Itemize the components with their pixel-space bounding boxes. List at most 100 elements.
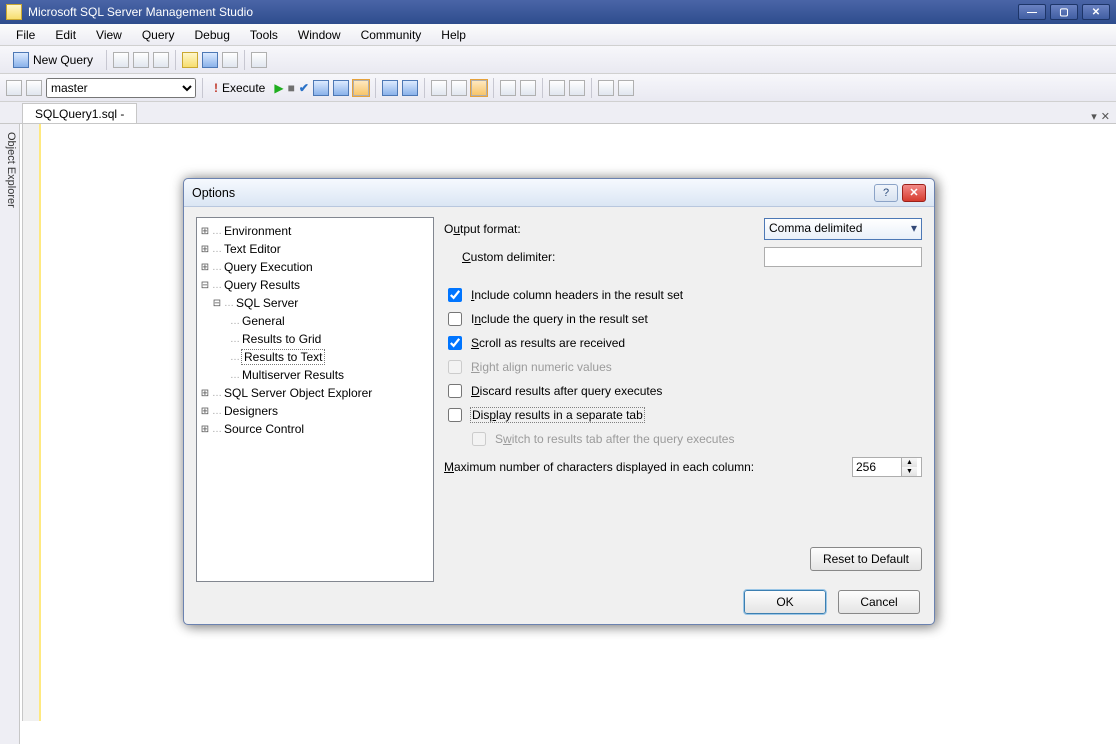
new-query-icon [13, 52, 29, 68]
help-button[interactable]: ? [874, 184, 898, 202]
menu-file[interactable]: File [8, 26, 43, 44]
tree-environment[interactable]: ⊞…Environment [199, 222, 431, 240]
include-headers-checkbox[interactable]: Include column headers in the result set [444, 283, 922, 307]
tree-results-grid[interactable]: …Results to Grid [199, 330, 431, 348]
right-align-checkbox: Right align numeric values [444, 355, 922, 379]
client-stats-icon[interactable] [402, 80, 418, 96]
menu-community[interactable]: Community [353, 26, 430, 44]
execute-button[interactable]: ! Execute [209, 77, 270, 99]
ok-button[interactable]: OK [744, 590, 826, 614]
close-window-button[interactable]: ✕ [1082, 4, 1110, 20]
menu-window[interactable]: Window [290, 26, 349, 44]
tree-query-results[interactable]: ⊟…Query Results [199, 276, 431, 294]
document-tab-strip: SQLQuery1.sql - ▾ ✕ [0, 102, 1116, 124]
maximize-button[interactable]: ▢ [1050, 4, 1078, 20]
separator [202, 78, 203, 98]
separator [493, 78, 494, 98]
activity-monitor-icon[interactable] [251, 52, 267, 68]
include-query-checkbox[interactable]: Include the query in the result set [444, 307, 922, 331]
tree-query-execution[interactable]: ⊞…Query Execution [199, 258, 431, 276]
query-options-icon[interactable] [333, 80, 349, 96]
dialog-title: Options [192, 186, 235, 200]
scroll-results-checkbox[interactable]: Scroll as results are received [444, 331, 922, 355]
uncomment-icon[interactable] [520, 80, 536, 96]
editor-gutter [23, 124, 41, 721]
separator [591, 78, 592, 98]
reset-to-default-button[interactable]: Reset to Default [810, 547, 922, 571]
discard-results-checkbox[interactable]: Discard results after query executes [444, 379, 922, 403]
tab-close-icon[interactable]: ✕ [1101, 110, 1110, 123]
output-format-label: Output format: [444, 222, 556, 236]
results-to-text-panel: Output format: Comma delimited Custom de… [444, 217, 922, 582]
tree-multiserver[interactable]: …Multiserver Results [199, 366, 431, 384]
minimize-button[interactable]: — [1018, 4, 1046, 20]
spinner-down[interactable]: ▼ [902, 467, 917, 476]
title-bar: Microsoft SQL Server Management Studio —… [0, 0, 1116, 24]
display-separate-tab-checkbox[interactable]: Display results in a separate tab [444, 403, 922, 427]
object-explorer-tab[interactable]: Object Explorer [0, 124, 20, 744]
comment-icon[interactable] [500, 80, 516, 96]
tree-text-editor[interactable]: ⊞…Text Editor [199, 240, 431, 258]
intellisense-icon[interactable] [353, 80, 369, 96]
tree-designers[interactable]: ⊞…Designers [199, 402, 431, 420]
change-connection-icon[interactable] [26, 80, 42, 96]
toolbar-primary: New Query [0, 46, 1116, 74]
tab-dropdown-icon[interactable]: ▾ [1091, 110, 1097, 123]
app-icon [6, 4, 22, 20]
results-text-icon[interactable] [431, 80, 447, 96]
menu-debug[interactable]: Debug [187, 26, 238, 44]
connect-icon[interactable] [6, 80, 22, 96]
menu-edit[interactable]: Edit [47, 26, 84, 44]
options-dialog: Options ? ✕ ⊞…Environment ⊞…Text Editor … [183, 178, 935, 625]
results-file-icon[interactable] [471, 80, 487, 96]
custom-delimiter-input[interactable] [764, 247, 922, 267]
toolbar-sql: master ! Execute ▶ ■ ✔ [0, 74, 1116, 102]
open-icon[interactable] [182, 52, 198, 68]
tree-general[interactable]: …General [199, 312, 431, 330]
database-select[interactable]: master [46, 78, 196, 98]
close-dialog-button[interactable]: ✕ [902, 184, 926, 202]
stop-icon[interactable]: ■ [288, 81, 295, 95]
tree-sql-server[interactable]: ⊟…SQL Server [199, 294, 431, 312]
spinner-up[interactable]: ▲ [902, 458, 917, 467]
decrease-indent-icon[interactable] [549, 80, 565, 96]
output-format-select[interactable]: Comma delimited [764, 218, 922, 240]
save-icon[interactable] [202, 52, 218, 68]
separator [424, 78, 425, 98]
menu-tools[interactable]: Tools [242, 26, 286, 44]
tree-results-text[interactable]: …Results to Text [199, 348, 431, 366]
window-title: Microsoft SQL Server Management Studio [28, 5, 253, 19]
max-chars-spinner[interactable]: ▲ ▼ [852, 457, 922, 477]
include-plan-icon[interactable] [382, 80, 398, 96]
tree-source-control[interactable]: ⊞…Source Control [199, 420, 431, 438]
dialog-title-bar: Options ? ✕ [184, 179, 934, 207]
save-all-icon[interactable] [222, 52, 238, 68]
file-tab-sqlquery1[interactable]: SQLQuery1.sql - [22, 103, 137, 123]
tree-object-explorer[interactable]: ⊞…SQL Server Object Explorer [199, 384, 431, 402]
options-tree[interactable]: ⊞…Environment ⊞…Text Editor ⊞…Query Exec… [196, 217, 434, 582]
estimated-plan-icon[interactable] [313, 80, 329, 96]
tool-icon[interactable] [153, 52, 169, 68]
menu-query[interactable]: Query [134, 26, 183, 44]
menu-help[interactable]: Help [433, 26, 474, 44]
separator [375, 78, 376, 98]
increase-indent-icon[interactable] [569, 80, 585, 96]
max-chars-input[interactable] [853, 458, 901, 476]
parse-icon[interactable]: ✔ [299, 81, 309, 95]
specify-values-icon[interactable] [598, 80, 614, 96]
dialog-footer: OK Cancel [196, 582, 922, 614]
separator [106, 50, 107, 70]
separator [244, 50, 245, 70]
new-query-button[interactable]: New Query [6, 49, 100, 71]
cancel-button[interactable]: Cancel [838, 590, 920, 614]
tool-icon[interactable] [113, 52, 129, 68]
results-grid-icon[interactable] [451, 80, 467, 96]
menu-view[interactable]: View [88, 26, 130, 44]
custom-delimiter-label: Custom delimiter: [444, 250, 556, 264]
menu-bar: File Edit View Query Debug Tools Window … [0, 24, 1116, 46]
tool-icon[interactable] [133, 52, 149, 68]
debug-icon[interactable]: ▶ [274, 81, 283, 95]
max-chars-label: Maximum number of characters displayed i… [444, 460, 754, 474]
templates-icon[interactable] [618, 80, 634, 96]
switch-to-results-tab-checkbox: Switch to results tab after the query ex… [444, 427, 922, 451]
